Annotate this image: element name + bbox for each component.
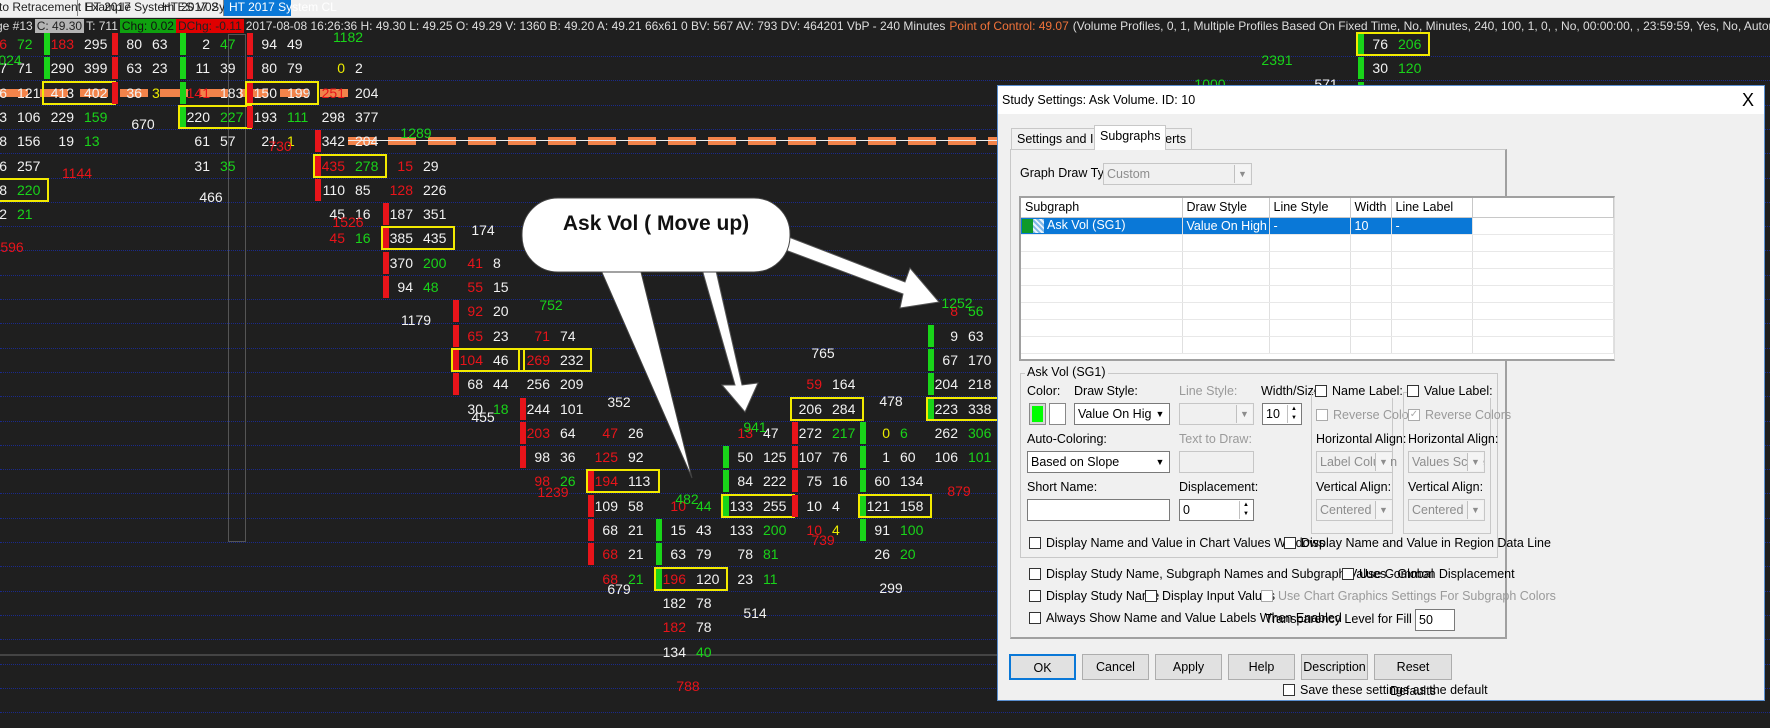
chart-graphics-checkbox: Use Chart Graphics Settings For Subgraph…	[1261, 589, 1556, 603]
callout-tail	[599, 267, 693, 479]
checkmark-icon: ✓	[1408, 409, 1420, 421]
checkbox-icon	[1407, 385, 1419, 397]
value-v-align-label: Vertical Align:	[1408, 480, 1484, 494]
value-label-checkbox[interactable]: Value Label:	[1407, 384, 1496, 398]
help-button[interactable]: Help	[1228, 654, 1295, 680]
chevron-down-icon: ▼	[1467, 501, 1483, 519]
region-data-checkbox[interactable]: Display Name and Value in Region Data Li…	[1284, 536, 1551, 550]
color-label: Color:	[1027, 384, 1061, 398]
primary-color-swatch	[1032, 406, 1043, 422]
apply-button[interactable]: Apply	[1155, 654, 1222, 680]
value-v-align-select: Centered ▼	[1408, 499, 1485, 521]
col-header-draw-style[interactable]: Draw Style	[1182, 198, 1270, 218]
value-label-title: Value Label:	[1424, 384, 1493, 398]
cancel-button[interactable]: Cancel	[1082, 654, 1149, 680]
width-size-spinner[interactable]: 10 ▲ ▼	[1262, 403, 1302, 425]
checkbox-icon	[1315, 385, 1327, 397]
spinner-arrows-icon[interactable]: ▲ ▼	[1239, 501, 1252, 519]
chevron-down-icon: ▼	[1375, 453, 1391, 471]
displacement-spinner[interactable]: 0 ▲ ▼	[1179, 499, 1254, 521]
close-icon[interactable]: X	[1742, 86, 1754, 114]
cell-line-label: -	[1391, 217, 1473, 235]
primary-color-button[interactable]	[1029, 403, 1046, 425]
transparency-input[interactable]: 50	[1415, 609, 1455, 631]
chevron-down-icon: ▼	[1467, 453, 1483, 471]
cell-subgraph: Ask Vol (SG1)	[1047, 218, 1126, 233]
pattern-swatch-icon	[1033, 218, 1044, 233]
reset-defaults-button[interactable]: Reset Defaults	[1374, 654, 1452, 698]
chart-values-checkbox[interactable]: Display Name and Value in Chart Values W…	[1029, 536, 1325, 550]
text-to-draw-input	[1179, 451, 1254, 473]
checkbox-label: Use Common Displacement	[1359, 567, 1515, 581]
col-header-width[interactable]: Width	[1350, 198, 1392, 218]
checkbox-icon	[1316, 409, 1328, 421]
input-values-checkbox[interactable]: Display Input Values	[1145, 589, 1275, 603]
checkbox-label: Display Name and Value in Region Data Li…	[1301, 536, 1551, 550]
cell-line-style: -	[1269, 217, 1351, 235]
dialog-title-bar: Study Settings: Ask Volume. ID: 10 X	[998, 86, 1764, 114]
draw-style-value: Value On High	[1078, 407, 1159, 421]
dialog-title: Study Settings: Ask Volume. ID: 10	[1002, 93, 1196, 107]
graph-draw-type-value: Custom	[1107, 167, 1151, 181]
draw-style-select[interactable]: Value On High ▼	[1074, 403, 1170, 425]
checkbox-label: Save these settings as the default	[1300, 683, 1488, 697]
draw-style-label: Draw Style:	[1074, 384, 1138, 398]
short-name-label: Short Name:	[1027, 480, 1098, 494]
displacement-label: Displacement:	[1179, 480, 1259, 494]
col-header-line-style[interactable]: Line Style	[1269, 198, 1351, 218]
line-style-select: ▼	[1179, 403, 1254, 425]
callout-text: Ask Vol ( Move up)	[562, 212, 750, 235]
value-h-align-select: Values Scale ▼	[1408, 451, 1485, 473]
auto-coloring-label: Auto-Coloring:	[1027, 432, 1107, 446]
name-h-align-select: Label Column ▼	[1316, 451, 1397, 473]
chevron-down-icon: ▼	[1152, 453, 1168, 471]
chevron-down-icon: ▼	[1152, 405, 1168, 423]
line-style-label: Line Style:	[1179, 384, 1238, 398]
short-name-input[interactable]	[1027, 499, 1170, 521]
common-displacement-checkbox[interactable]: Use Common Displacement	[1342, 567, 1515, 581]
chevron-down-icon: ▼	[1375, 501, 1391, 519]
group-title: Ask Vol (SG1)	[1025, 365, 1108, 379]
name-h-align-label: Horizontal Align:	[1316, 432, 1407, 446]
value-h-align-label: Horizontal Align:	[1408, 432, 1499, 446]
checkbox-label: Use Chart Graphics Settings For Subgraph…	[1278, 589, 1556, 603]
arrow-down	[699, 261, 759, 413]
study-name-checkbox[interactable]: Display Study Name	[1029, 589, 1159, 603]
text-to-draw-label: Text to Draw:	[1179, 432, 1252, 446]
auto-coloring-value: Based on Slope	[1031, 455, 1120, 469]
name-v-align-label: Vertical Align:	[1316, 480, 1392, 494]
cell-draw-style: Value On High	[1182, 217, 1270, 235]
name-label-title: Name Label:	[1332, 384, 1403, 398]
graph-draw-type-select[interactable]: Custom ▼	[1103, 163, 1252, 185]
ok-button[interactable]: OK	[1009, 654, 1076, 680]
displacement-value: 0	[1183, 503, 1190, 517]
chevron-down-icon: ▼	[1236, 405, 1252, 423]
checkbox-label: Display Input Values	[1162, 589, 1276, 603]
arrow-right	[779, 235, 940, 309]
name-v-align-select: Centered ▼	[1316, 499, 1393, 521]
cell-width: 10	[1350, 217, 1392, 235]
subgraph-table[interactable]: Subgraph Draw Style Line Style Width Lin…	[1019, 196, 1615, 361]
table-row[interactable]: Ask Vol (SG1) Value On High - 10 -	[1021, 217, 1614, 235]
table-header-row: Subgraph Draw Style Line Style Width Lin…	[1021, 198, 1614, 218]
checkbox-label: Display Study Name	[1046, 589, 1160, 603]
col-header-blank	[1472, 198, 1614, 218]
description-button[interactable]: Description	[1301, 654, 1368, 680]
save-default-checkbox[interactable]: Save these settings as the default	[1283, 683, 1488, 697]
col-header-line-label[interactable]: Line Label	[1391, 198, 1473, 218]
secondary-color-button[interactable]	[1049, 403, 1066, 425]
name-label-checkbox[interactable]: Name Label:	[1315, 384, 1406, 398]
col-header-subgraph[interactable]: Subgraph	[1021, 198, 1183, 218]
study-settings-dialog: Study Settings: Ask Volume. ID: 10 X Sett…	[997, 85, 1765, 701]
chevron-down-icon: ▼	[1234, 165, 1250, 183]
color-swatch-icon	[1022, 218, 1033, 233]
value-reverse-colors-label: Reverse Colors	[1425, 408, 1512, 422]
tab-subgraphs[interactable]: Subgraphs	[1094, 125, 1167, 150]
spinner-arrows-icon[interactable]: ▲ ▼	[1287, 405, 1300, 423]
value-v-align-value: Centered	[1412, 503, 1464, 517]
value-reverse-colors-checkbox: ✓ Reverse Colors	[1408, 408, 1511, 422]
auto-coloring-select[interactable]: Based on Slope ▼	[1027, 451, 1170, 473]
width-size-value: 10	[1266, 407, 1280, 421]
name-v-align-value: Centered	[1320, 503, 1372, 517]
